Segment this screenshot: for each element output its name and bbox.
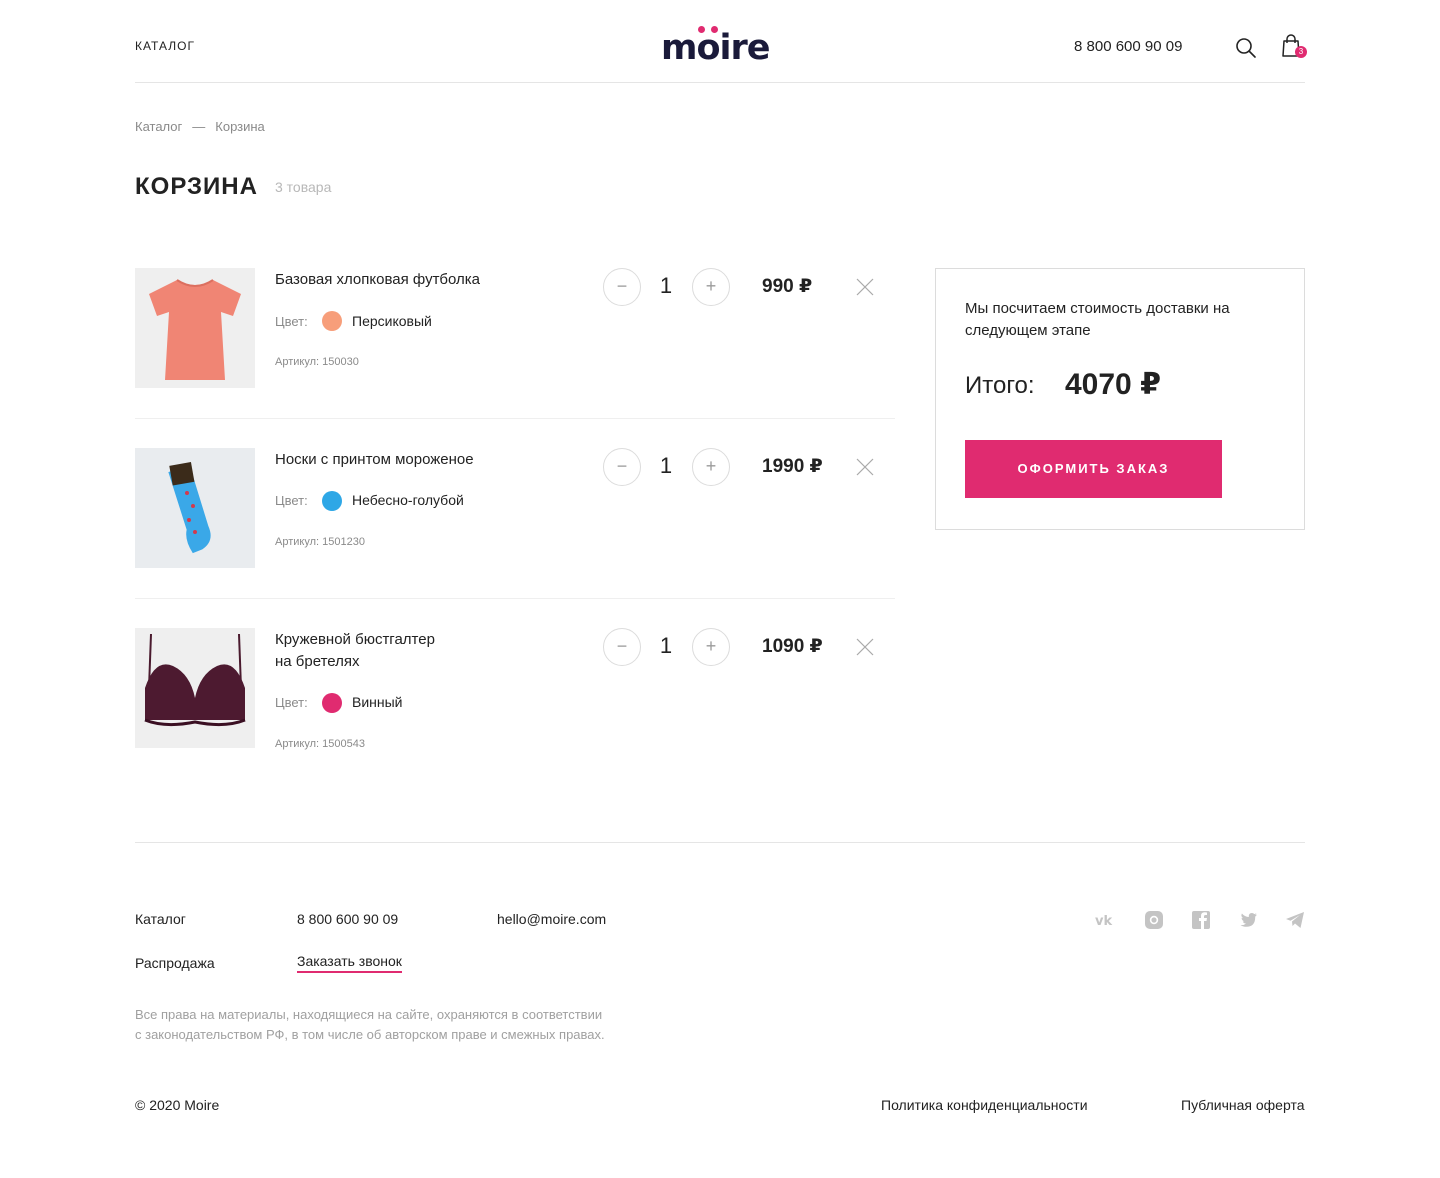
- footer-divider: [135, 842, 1305, 843]
- color-swatch: [322, 693, 342, 713]
- footer-phone-link[interactable]: 8 800 600 90 09: [297, 911, 398, 927]
- item-title-line: Кружевной бюстгалтер: [275, 631, 435, 648]
- order-summary: Мы посчитаем стоимость доставки на следу…: [935, 268, 1305, 530]
- breadcrumb-separator: —: [192, 119, 206, 134]
- breadcrumb-catalog[interactable]: Каталог: [135, 119, 182, 134]
- bra-icon: [135, 628, 255, 748]
- close-icon: [856, 278, 874, 296]
- cart-item: Носки с принтом мороженое Цвет: Небесно-…: [135, 448, 895, 599]
- svg-text:vk: vk: [1095, 914, 1112, 929]
- quantity-increase-button[interactable]: +: [692, 268, 730, 306]
- item-sku: Артикул: 1501230: [275, 536, 365, 548]
- total-label: Итого:: [965, 372, 1035, 399]
- remove-item-button[interactable]: [854, 636, 876, 658]
- quantity-decrease-button[interactable]: −: [603, 448, 641, 486]
- facebook-icon[interactable]: [1191, 910, 1211, 930]
- color-swatch: [322, 311, 342, 331]
- logo[interactable]: moire: [661, 26, 781, 68]
- close-icon: [856, 638, 874, 656]
- site-header: КАТАЛОГ moire 8 800 600 90 09 3: [135, 0, 1307, 83]
- telegram-icon[interactable]: [1285, 910, 1305, 930]
- remove-item-button[interactable]: [854, 276, 876, 298]
- item-price: 1990 ₽: [762, 456, 823, 477]
- total-value: 4070 ₽: [1065, 368, 1161, 401]
- color-name: Персиковый: [352, 313, 432, 329]
- footer-sale-link[interactable]: Распродажа: [135, 955, 215, 971]
- quantity-decrease-button[interactable]: −: [603, 628, 641, 666]
- cart-count-badge: 3: [1295, 46, 1307, 58]
- logo-text: moire: [661, 28, 771, 68]
- color-name: Винный: [352, 694, 403, 710]
- vk-icon[interactable]: vk: [1095, 910, 1115, 930]
- item-sku: Артикул: 1500543: [275, 738, 365, 750]
- blue-socks-photo[interactable]: [135, 448, 255, 568]
- logo-dot: [698, 26, 705, 33]
- search-button[interactable]: [1235, 37, 1257, 59]
- t-shirt-icon: [135, 268, 255, 388]
- legal-line: Все права на материалы, находящиеся на с…: [135, 1007, 603, 1022]
- item-price: 990 ₽: [762, 276, 813, 297]
- quantity-value: 1: [659, 453, 673, 478]
- page-title: КОРЗИНА: [135, 173, 258, 200]
- breadcrumb-cart[interactable]: Корзина: [215, 119, 265, 134]
- public-offer-link[interactable]: Публичная оферта: [1181, 1097, 1305, 1113]
- legal-line: с законодательством РФ, в том числе об а…: [135, 1027, 605, 1042]
- legal-notice: Все права на материалы, находящиеся на с…: [135, 1005, 695, 1045]
- privacy-policy-link[interactable]: Политика конфиденциальности: [881, 1097, 1088, 1113]
- delivery-note: Мы посчитаем стоимость доставки на следу…: [965, 300, 1230, 339]
- footer-catalog-link[interactable]: Каталог: [135, 911, 186, 927]
- remove-item-button[interactable]: [854, 456, 876, 478]
- item-title[interactable]: Носки с принтом мороженое: [275, 449, 535, 471]
- item-title[interactable]: Базовая хлопковая футболка: [275, 269, 535, 291]
- quantity-increase-button[interactable]: +: [692, 628, 730, 666]
- close-icon: [856, 458, 874, 476]
- color-label: Цвет:: [275, 493, 308, 508]
- instagram-icon[interactable]: [1144, 910, 1164, 930]
- search-icon: [1236, 38, 1256, 58]
- quantity-decrease-button[interactable]: −: [603, 268, 641, 306]
- quantity-increase-button[interactable]: +: [692, 448, 730, 486]
- cart-button[interactable]: 3: [1281, 34, 1307, 60]
- item-price: 1090 ₽: [762, 636, 823, 657]
- nav-catalog-link[interactable]: КАТАЛОГ: [135, 39, 195, 53]
- color-label: Цвет:: [275, 695, 308, 710]
- logo-dot: [711, 26, 718, 33]
- socks-icon: [135, 448, 255, 568]
- checkout-button[interactable]: ОФОРМИТЬ ЗАКАЗ: [965, 440, 1222, 498]
- twitter-icon[interactable]: [1238, 910, 1258, 930]
- peach-t-shirt-photo[interactable]: [135, 268, 255, 388]
- header-phone-link[interactable]: 8 800 600 90 09: [1074, 38, 1182, 55]
- item-title[interactable]: Кружевной бюстгалтер на бретелях: [275, 629, 535, 673]
- item-title-line: на бретелях: [275, 653, 360, 670]
- color-swatch: [322, 491, 342, 511]
- quantity-value: 1: [659, 633, 673, 658]
- color-label: Цвет:: [275, 314, 308, 329]
- breadcrumb: Каталог — Корзина: [135, 119, 265, 134]
- item-sku: Артикул: 150030: [275, 356, 359, 368]
- quantity-value: 1: [659, 273, 673, 298]
- cart-item: Кружевной бюстгалтер на бретелях Цвет: В…: [135, 628, 895, 768]
- wine-lace-bra-photo[interactable]: [135, 628, 255, 748]
- callback-link[interactable]: Заказать звонок: [297, 953, 402, 973]
- footer-email-link[interactable]: hello@moire.com: [497, 911, 606, 927]
- cart-item: Базовая хлопковая футболка Цвет: Персико…: [135, 268, 895, 419]
- copyright: © 2020 Moire: [135, 1097, 220, 1113]
- color-name: Небесно-голубой: [352, 492, 464, 508]
- items-count: 3 товара: [275, 179, 332, 195]
